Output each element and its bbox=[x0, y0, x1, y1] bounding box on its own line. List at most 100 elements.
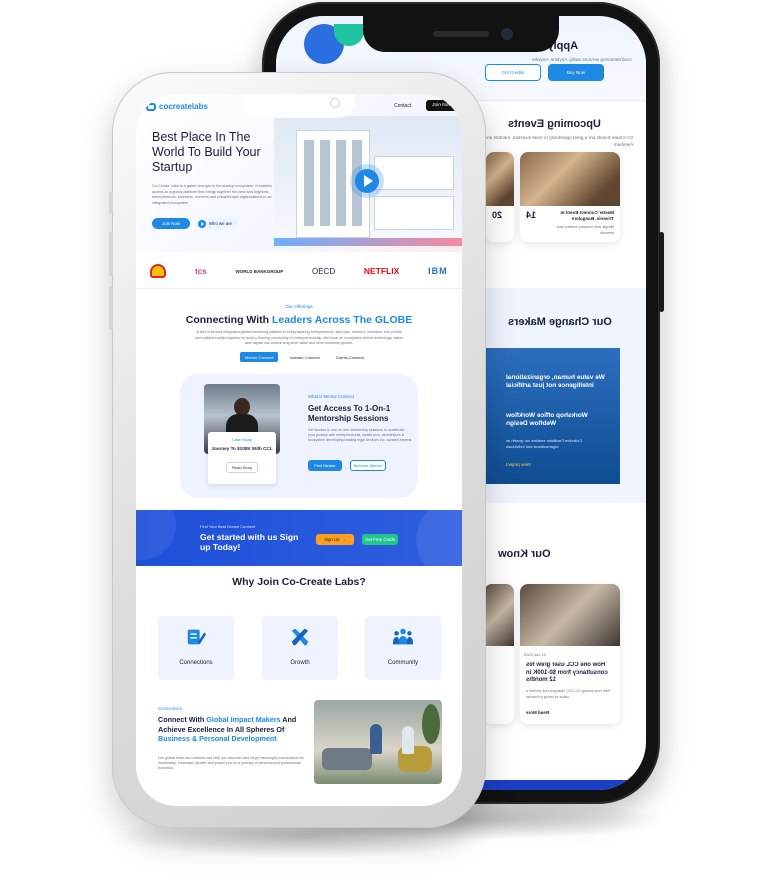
sign-up-label: Sign Up bbox=[324, 537, 340, 542]
nav-contact-link[interactable]: Contact bbox=[394, 103, 411, 109]
connections-icon bbox=[187, 629, 207, 645]
change-makers-value: We value human, organizational intellige… bbox=[506, 374, 605, 389]
ibm-logo: IBM bbox=[428, 266, 448, 276]
free-credit-button[interactable]: Get Free Credit bbox=[362, 534, 398, 545]
read-more-link[interactable]: Read More bbox=[526, 710, 549, 715]
offerings-kicker: Our Offerings bbox=[285, 304, 313, 309]
apply-text: Avail Mentoring services easily, Anytime… bbox=[532, 57, 632, 62]
event-day: 14 bbox=[526, 210, 537, 220]
front-phone: cocreatelabs Contact Join Now Best Place… bbox=[109, 72, 486, 828]
buy-now-button[interactable]: Buy Now bbox=[548, 64, 604, 81]
view-project-link[interactable]: View project bbox=[506, 462, 606, 467]
growth-icon bbox=[291, 628, 309, 646]
offerings-title-highlight: Leaders Across The GLOBE bbox=[271, 314, 413, 326]
building-window bbox=[320, 140, 330, 226]
offerings-tabs: Mentor Connect Investor Connect Grants C… bbox=[240, 352, 369, 362]
tab-mentor-connect[interactable]: Mentor Connect bbox=[240, 352, 279, 362]
feature-label: Community bbox=[387, 660, 419, 666]
change-makers-desc: Collective Facilitator enables our growt… bbox=[506, 438, 583, 449]
connect-title-highlight: Business & Personal Development bbox=[158, 734, 277, 743]
play-icon bbox=[198, 219, 206, 228]
mentor-connect-panel: Case Study Journey To $100K With CCL Rea… bbox=[180, 374, 418, 498]
camera-icon bbox=[501, 28, 513, 40]
article-image bbox=[520, 584, 620, 646]
oecd-logo: OECD bbox=[311, 266, 336, 276]
connect-kicker: Connections bbox=[158, 706, 182, 711]
feature-card-growth: Growth bbox=[262, 616, 338, 680]
building-balcony bbox=[374, 156, 454, 190]
person-shape bbox=[402, 726, 414, 754]
article-card[interactable]: 21 Jan 2023 How one CCL user grew his co… bbox=[520, 584, 620, 724]
event-subtitle: Mingle with Industry leaders and network bbox=[556, 224, 614, 235]
front-phone-notch bbox=[244, 94, 354, 118]
mute-switch bbox=[109, 192, 113, 214]
camera-icon bbox=[330, 98, 340, 108]
sign-up-button[interactable]: Sign Up → bbox=[316, 534, 354, 545]
speaker-grill bbox=[433, 31, 489, 37]
why-join-title: Why Join Co-Create Labs? bbox=[232, 576, 366, 588]
tab-investor-connect[interactable]: Investor Connect bbox=[284, 352, 325, 362]
divider bbox=[136, 288, 462, 289]
tcs-logo: tcs bbox=[195, 266, 207, 276]
front-phone-screen: cocreatelabs Contact Join Now Best Place… bbox=[136, 94, 462, 806]
mentor-title: Get Access To 1-On-1 Mentorship Sessions bbox=[308, 404, 391, 423]
event-card[interactable]: 14 Master Connect Event In Trivenis, Ban… bbox=[520, 152, 620, 242]
decor-circle bbox=[136, 510, 176, 560]
offerings-text: A first of its kind integrated global me… bbox=[195, 330, 403, 345]
feature-card-community: Community bbox=[365, 616, 441, 680]
video-play-button[interactable] bbox=[350, 164, 384, 198]
event-title: Master Connect Event In Trivenis, Bangal… bbox=[560, 210, 614, 221]
connect-title-highlight: Global Impact Makers bbox=[206, 715, 281, 724]
change-makers-workshop: Workshop office Workflow Webflow Design bbox=[506, 412, 588, 427]
article-card[interactable] bbox=[484, 584, 514, 724]
mentor-kicker: What is Mentor Connect bbox=[308, 394, 355, 399]
article-image bbox=[484, 584, 514, 646]
offerings-title: Connecting With Leaders Across The GLOBE bbox=[136, 314, 462, 326]
partner-logos: tcs WORLD BANKGROUP OECD NETFLIX IBM bbox=[136, 256, 462, 286]
event-day: 20 bbox=[492, 210, 503, 220]
change-makers-card[interactable]: We value human, organizational intellige… bbox=[486, 348, 620, 484]
connect-section: Connections Connect With Global Impact M… bbox=[158, 706, 308, 772]
hero-gradient-strip bbox=[274, 238, 462, 246]
back-phone-notch bbox=[363, 16, 559, 52]
case-study-card: Case Study Journey To $100K With CCL Rea… bbox=[208, 432, 276, 484]
meeting-room-photo bbox=[314, 700, 442, 784]
connect-text: Our global team and network can help you… bbox=[158, 755, 304, 771]
sofa-shape bbox=[322, 748, 372, 770]
case-study-kicker: Case Study bbox=[232, 438, 252, 442]
building-balcony bbox=[374, 196, 454, 230]
knowledge-title: Our Know bbox=[498, 548, 551, 560]
site-logo[interactable]: cocreatelabs bbox=[146, 102, 208, 111]
plant-shape bbox=[422, 704, 440, 744]
hero-text: Co-Create Labs is a game changer in the … bbox=[152, 184, 272, 205]
article-subtitle: See how joining Co-CCL changed one perso… bbox=[526, 688, 611, 699]
change-makers-title: Our Change Makers bbox=[508, 316, 612, 328]
world-bank-logo: WORLD BANKGROUP bbox=[235, 268, 284, 274]
feature-label: Growth bbox=[290, 660, 310, 666]
connect-title-plain: Connect With bbox=[158, 715, 207, 724]
become-mentor-button[interactable]: Become Mentor bbox=[350, 460, 386, 471]
shell-logo-icon bbox=[150, 264, 167, 278]
hero-title: Best Place In The World To Build Your St… bbox=[152, 130, 261, 174]
hero-join-button[interactable]: Join Now bbox=[152, 218, 190, 229]
volume-up-button bbox=[109, 232, 113, 276]
offerings-title-plain: Connecting With bbox=[185, 314, 272, 326]
building-window bbox=[336, 140, 346, 226]
find-mentor-button[interactable]: Find Mentor bbox=[308, 460, 342, 471]
logo-mark-icon bbox=[146, 102, 156, 111]
hero-watch-label: Who we are bbox=[209, 221, 232, 226]
case-study-title: Journey To $100K With CCL bbox=[211, 446, 273, 451]
decor-circle bbox=[416, 510, 462, 566]
upcoming-events-title: Upcoming Events bbox=[508, 118, 601, 130]
person-shape bbox=[370, 724, 382, 754]
article-title: How one CCL user grew his consultancy fr… bbox=[526, 662, 608, 683]
event-card[interactable]: 20 bbox=[486, 152, 514, 242]
get-credits-button[interactable]: Get Credits bbox=[485, 64, 541, 81]
tab-grants-connect[interactable]: Grants Connect bbox=[330, 352, 369, 362]
mentor-text: Get Access to one on one mentorship sess… bbox=[308, 428, 412, 443]
join-now-button[interactable]: Join Now bbox=[426, 100, 458, 111]
article-date: 21 Jan 2023 bbox=[524, 652, 547, 657]
hero-watch-button[interactable]: Who we are bbox=[196, 218, 238, 229]
read-story-button[interactable]: Read Story bbox=[226, 462, 258, 473]
event-image bbox=[486, 152, 514, 206]
